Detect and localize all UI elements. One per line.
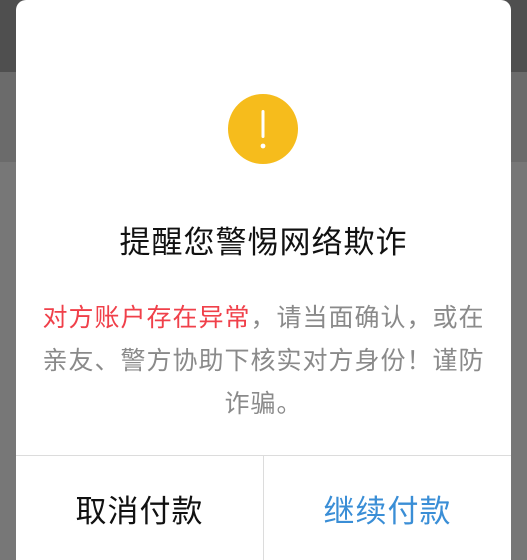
account-abnormal-warning: 对方账户存在异常 [42, 303, 251, 332]
cancel-payment-button[interactable]: 取消付款 [16, 456, 263, 560]
continue-payment-button[interactable]: 继续付款 [264, 456, 511, 560]
dialog-message: 对方账户存在异常，请当面确认，或在亲友、警方协助下核实对方身份！谨防诈骗。 [40, 296, 487, 425]
fraud-warning-dialog: 提醒您警惕网络欺诈 对方账户存在异常，请当面确认，或在亲友、警方协助下核实对方身… [16, 0, 511, 560]
exclamation-icon [228, 94, 298, 164]
dialog-title: 提醒您警惕网络欺诈 [119, 225, 408, 261]
